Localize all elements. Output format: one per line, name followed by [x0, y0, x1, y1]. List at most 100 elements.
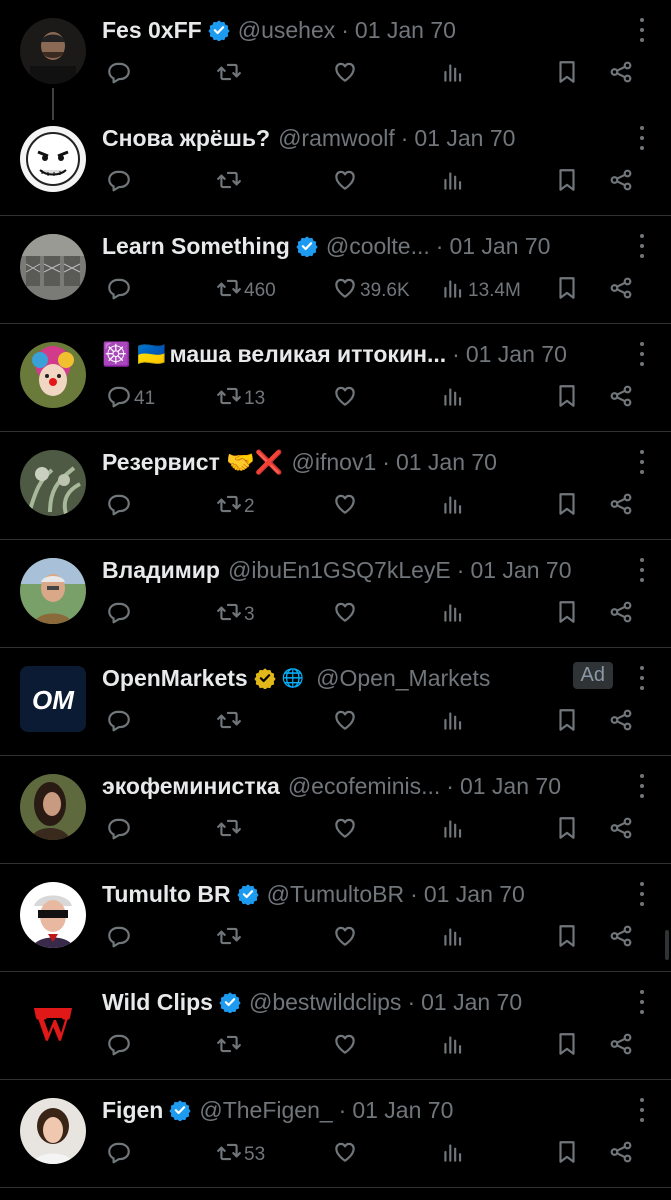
like-button[interactable] — [332, 816, 358, 846]
reply-button[interactable] — [106, 60, 132, 90]
tweet[interactable]: Резервист 🤝❌ @ifnov1 · 01 Jan 70 2 — [0, 432, 671, 540]
display-name[interactable]: Снова жрёшь? — [102, 125, 270, 152]
avatar[interactable] — [20, 342, 86, 408]
share-button[interactable] — [608, 492, 634, 522]
reply-button[interactable] — [106, 600, 132, 630]
share-button[interactable] — [608, 1140, 634, 1170]
like-button[interactable] — [332, 708, 358, 738]
tweet[interactable]: Fes 0xFF @usehex · 01 Jan 70 — [0, 0, 671, 120]
display-name[interactable]: Wild Clips — [102, 989, 213, 1016]
tweet-date[interactable]: 01 Jan 70 — [470, 557, 571, 584]
tweet[interactable]: ☸️ 🇺🇦 маша великая иттокин... · 01 Jan 70 41… — [0, 324, 671, 432]
retweet-button[interactable] — [216, 1032, 242, 1062]
share-button[interactable] — [608, 708, 634, 738]
reply-button[interactable] — [106, 816, 132, 846]
tweet[interactable]: Figen @TheFigen_ · 01 Jan 70 53 — [0, 1080, 671, 1188]
more-icon[interactable] — [639, 18, 645, 42]
reply-button[interactable] — [106, 924, 132, 954]
retweet-button[interactable] — [216, 924, 242, 954]
like-button[interactable] — [332, 1032, 358, 1062]
like-button[interactable] — [332, 600, 358, 630]
tweet-date[interactable]: 01 Jan 70 — [449, 233, 550, 260]
avatar[interactable] — [20, 558, 86, 624]
display-name[interactable]: Tumulto BR — [102, 881, 231, 908]
bookmark-button[interactable] — [554, 276, 580, 306]
views-button[interactable] — [440, 600, 466, 630]
reply-button[interactable] — [106, 492, 132, 522]
like-button[interactable] — [332, 924, 358, 954]
bookmark-button[interactable] — [554, 1032, 580, 1062]
views-button[interactable]: 13.4M — [440, 276, 521, 306]
more-icon[interactable] — [639, 450, 645, 474]
share-button[interactable] — [608, 168, 634, 198]
user-handle[interactable]: @TheFigen_ — [199, 1097, 332, 1124]
retweet-button[interactable] — [216, 168, 242, 198]
display-name[interactable]: Резервист 🤝❌ — [102, 449, 284, 476]
bookmark-button[interactable] — [554, 708, 580, 738]
views-button[interactable] — [440, 708, 466, 738]
bookmark-button[interactable] — [554, 816, 580, 846]
bookmark-button[interactable] — [554, 492, 580, 522]
share-button[interactable] — [608, 1032, 634, 1062]
display-name[interactable]: Figen — [102, 1097, 163, 1124]
tweet[interactable]: экофеминистка @ecofeminis... · 01 Jan 70 — [0, 756, 671, 864]
user-handle[interactable]: @TumultoBR — [267, 881, 405, 908]
display-name[interactable]: Владимир — [102, 557, 220, 584]
tweet-date[interactable]: 01 Jan 70 — [396, 449, 497, 476]
bookmark-button[interactable] — [554, 384, 580, 414]
like-button[interactable] — [332, 384, 358, 414]
avatar[interactable] — [20, 126, 86, 192]
avatar[interactable] — [20, 234, 86, 300]
more-icon[interactable] — [639, 234, 645, 258]
tweet[interactable]: Tumulto BR @TumultoBR · 01 Jan 70 — [0, 864, 671, 972]
reply-button[interactable] — [106, 1032, 132, 1062]
tweet-date[interactable]: 01 Jan 70 — [421, 989, 522, 1016]
retweet-button[interactable]: 460 — [216, 276, 276, 306]
share-button[interactable] — [608, 600, 634, 630]
display-name[interactable]: Learn Something — [102, 233, 290, 260]
like-button[interactable]: 39.6K — [332, 276, 410, 306]
views-button[interactable] — [440, 60, 466, 90]
avatar[interactable] — [20, 774, 86, 840]
views-button[interactable] — [440, 1140, 466, 1170]
retweet-button[interactable]: 3 — [216, 600, 255, 630]
scrollbar-thumb[interactable] — [665, 930, 669, 960]
tweet-date[interactable]: 01 Jan 70 — [460, 773, 561, 800]
more-icon[interactable] — [639, 126, 645, 150]
retweet-button[interactable] — [216, 60, 242, 90]
views-button[interactable] — [440, 492, 466, 522]
retweet-button[interactable]: 53 — [216, 1140, 265, 1170]
avatar[interactable] — [20, 1098, 86, 1164]
like-button[interactable] — [332, 492, 358, 522]
tweet-date[interactable]: 01 Jan 70 — [355, 17, 456, 44]
share-button[interactable] — [608, 276, 634, 306]
user-handle[interactable]: @ifnov1 — [292, 449, 377, 476]
reply-button[interactable] — [106, 1140, 132, 1170]
reply-button[interactable]: 41 — [106, 384, 155, 414]
reply-button[interactable] — [106, 708, 132, 738]
user-handle[interactable]: @ramwoolf — [278, 125, 395, 152]
avatar[interactable] — [20, 18, 86, 84]
retweet-button[interactable] — [216, 816, 242, 846]
retweet-button[interactable]: 2 — [216, 492, 255, 522]
user-handle[interactable]: @coolte... — [326, 233, 430, 260]
user-handle[interactable]: @ecofeminis... — [288, 773, 440, 800]
tweet-date[interactable]: 01 Jan 70 — [466, 341, 567, 368]
views-button[interactable] — [440, 168, 466, 198]
retweet-button[interactable] — [216, 708, 242, 738]
avatar[interactable]: OM — [20, 666, 86, 732]
more-icon[interactable] — [639, 882, 645, 906]
bookmark-button[interactable] — [554, 168, 580, 198]
views-button[interactable] — [440, 816, 466, 846]
like-button[interactable] — [332, 168, 358, 198]
reply-button[interactable] — [106, 168, 132, 198]
tweet[interactable]: Learn Something @coolte... · 01 Jan 70 460 39… — [0, 216, 671, 324]
display-name[interactable]: маша великая иттокин... — [170, 341, 446, 368]
more-icon[interactable] — [639, 558, 645, 582]
views-button[interactable] — [440, 924, 466, 954]
user-handle[interactable]: @Open_Markets — [316, 665, 490, 692]
tweet[interactable]: Снова жрёшь? @ramwoolf · 01 Jan 70 — [0, 108, 671, 216]
user-handle[interactable]: @ibuEn1GSQ7kLeyE — [228, 557, 451, 584]
display-name[interactable]: экофеминистка — [102, 773, 280, 800]
bookmark-button[interactable] — [554, 924, 580, 954]
